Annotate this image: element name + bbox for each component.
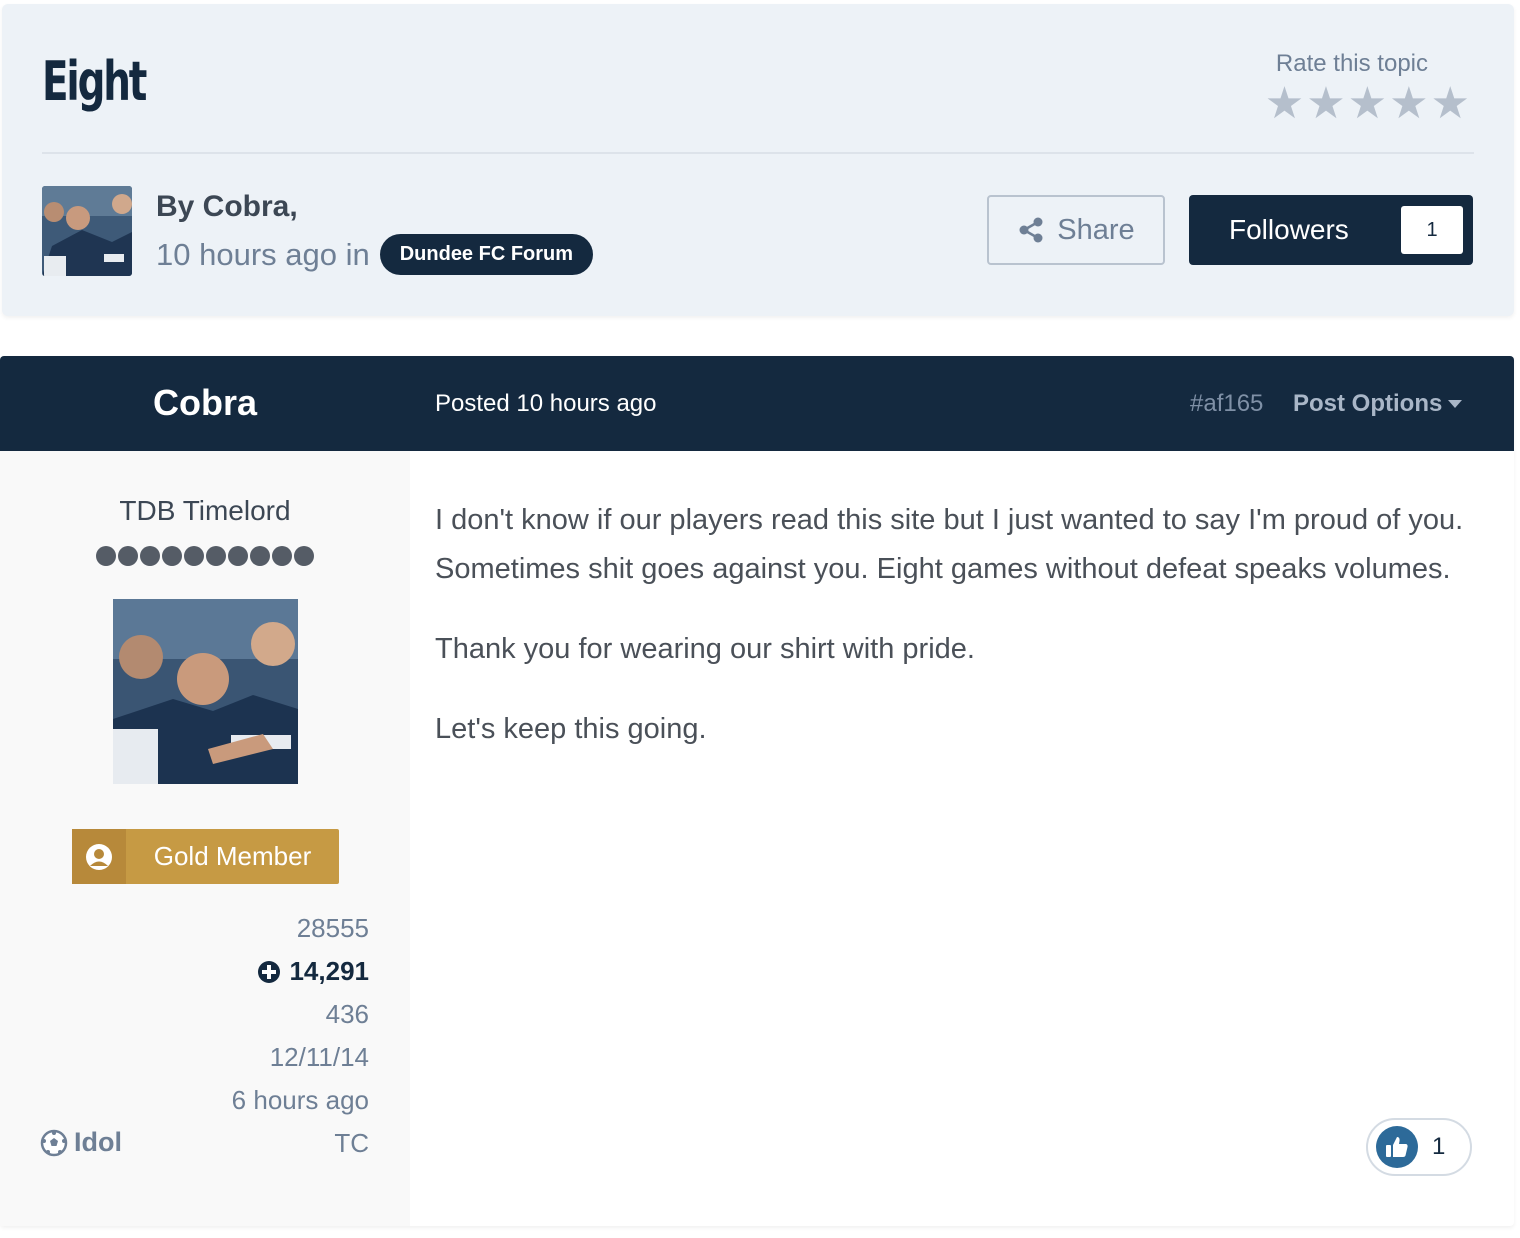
author-avatar[interactable] xyxy=(42,186,132,276)
reputation: 14,291 xyxy=(257,956,369,987)
badge-label: Idol xyxy=(74,1127,122,1157)
star-icon[interactable]: ★ xyxy=(1306,82,1345,126)
post-id-link[interactable]: #af165 xyxy=(1190,390,1263,418)
star-icon[interactable]: ★ xyxy=(1348,82,1387,126)
share-button[interactable]: Share xyxy=(987,195,1165,265)
header-divider xyxy=(42,152,1474,154)
plus-circle-icon xyxy=(258,960,281,983)
rate-topic-label: Rate this topic xyxy=(1275,50,1428,77)
post-author-name[interactable]: Cobra xyxy=(0,382,410,424)
rank-pip xyxy=(250,546,270,566)
group-badge: Gold Member xyxy=(72,829,339,884)
followers-label: Followers xyxy=(1229,214,1349,245)
rank-pips xyxy=(96,546,314,566)
post-paragraph: I don't know if our players read this si… xyxy=(435,504,1464,585)
rank-pip xyxy=(184,546,204,566)
forum-badge[interactable]: Dundee FC Forum xyxy=(379,234,594,275)
post-paragraph: Thank you for wearing our shirt with pri… xyxy=(435,633,975,665)
post-content: I don't know if our players read this si… xyxy=(435,496,1475,785)
topic-author[interactable]: By Cobra, xyxy=(156,190,298,224)
rank-pip xyxy=(228,546,248,566)
rank-pip xyxy=(96,546,116,566)
followers-button[interactable]: Followers 1 xyxy=(1189,195,1473,265)
group-label: Gold Member xyxy=(153,841,312,871)
author-sidebar: TDB Timelord Gold Member 28555 14,291 43… xyxy=(0,451,410,1226)
topic-meta: 10 hours ago in Dundee FC Forum xyxy=(156,234,594,275)
post-date: Posted 10 hours ago xyxy=(435,390,657,417)
topic-time: 10 hours ago in xyxy=(156,236,370,272)
post-count: 28555 xyxy=(296,913,369,943)
post-header: Cobra Posted 10 hours ago #af165 Post Op… xyxy=(0,356,1514,451)
star-icon[interactable]: ★ xyxy=(1431,82,1470,126)
share-label: Share xyxy=(1057,213,1135,246)
like-button[interactable]: 1 xyxy=(1366,1118,1472,1176)
followers-count: 1 xyxy=(1401,206,1463,254)
like-count: 1 xyxy=(1432,1133,1446,1160)
badge-idol: Idol xyxy=(40,1127,122,1158)
rank-pip xyxy=(162,546,182,566)
share-icon xyxy=(1019,217,1043,243)
star-icon[interactable]: ★ xyxy=(1265,82,1304,126)
location: TC xyxy=(334,1128,369,1158)
joined-date: 12/11/14 xyxy=(269,1042,369,1072)
rating-stars[interactable]: ★ ★ ★ ★ ★ xyxy=(1265,82,1470,126)
last-visit: 6 hours ago xyxy=(231,1085,369,1115)
topic-title: Eight xyxy=(42,50,147,113)
reputation-value: 14,291 xyxy=(289,956,369,986)
post: Cobra Posted 10 hours ago #af165 Post Op… xyxy=(0,356,1514,1226)
rank-pip xyxy=(272,546,292,566)
post-options-label: Post Options xyxy=(1293,390,1443,417)
post-options-button[interactable]: Post Options xyxy=(1293,390,1463,418)
star-icon[interactable]: ★ xyxy=(1389,82,1428,126)
member-title: TDB Timelord xyxy=(119,495,291,526)
thumbs-up-icon xyxy=(1376,1126,1418,1168)
topic-header: Eight Rate this topic ★ ★ ★ ★ ★ By Cobra… xyxy=(2,4,1514,316)
rank-pip xyxy=(206,546,226,566)
post-paragraph: Let's keep this going. xyxy=(435,713,707,745)
rank-pip xyxy=(294,546,314,566)
user-icon xyxy=(72,829,126,884)
stat-value: 436 xyxy=(325,999,369,1029)
post-author-avatar[interactable] xyxy=(113,599,298,784)
rank-pip xyxy=(118,546,138,566)
rank-pip xyxy=(140,546,160,566)
caret-down-icon xyxy=(1448,400,1463,408)
soccer-ball-icon xyxy=(40,1129,68,1156)
